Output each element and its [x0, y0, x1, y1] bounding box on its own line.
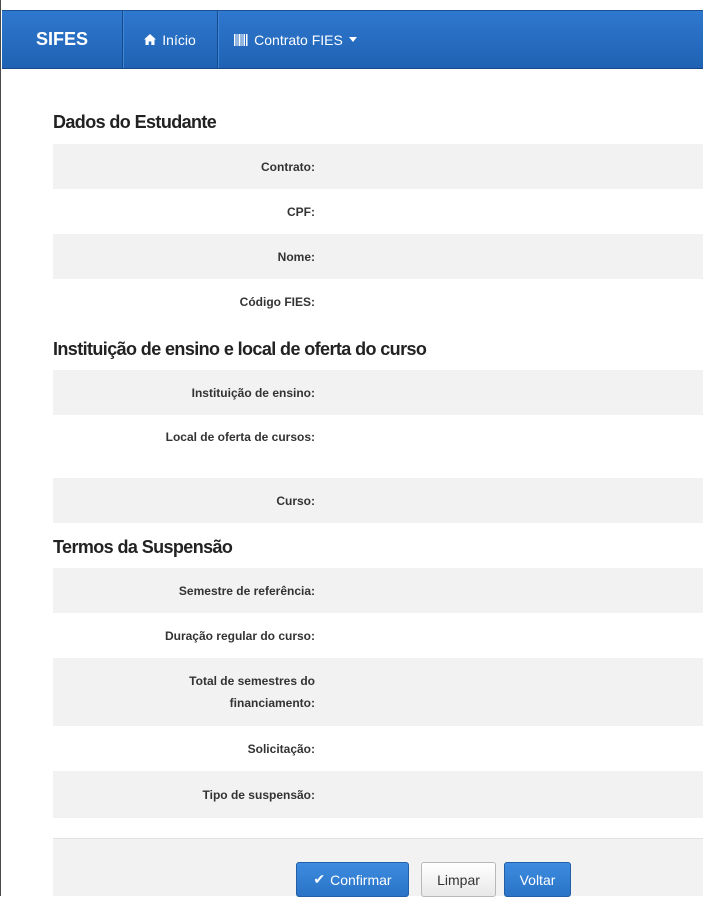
- label-cpf: CPF:: [287, 204, 315, 219]
- caret-down-icon: [348, 37, 357, 42]
- section-title-suspension: Termos da Suspensão: [53, 537, 233, 557]
- confirm-button[interactable]: ✔ Confirmar: [296, 862, 409, 897]
- row-course: Curso:: [53, 478, 703, 523]
- label-institution: Instituição de ensino:: [191, 385, 315, 400]
- nav-home-label: Início: [162, 31, 196, 48]
- page-frame: SIFES Início Contrato FIES Dados do Estu…: [0, 0, 703, 897]
- form-actions-footer: ✔ Confirmar Limpar Voltar: [53, 838, 703, 897]
- check-icon: ✔: [313, 871, 326, 887]
- section-title-student: Dados do Estudante: [53, 112, 217, 132]
- row-course-location: Local de oferta de cursos:: [53, 415, 703, 478]
- label-suspension-type: Tipo de suspensão:: [202, 787, 315, 802]
- row-request: Solicitação:: [53, 726, 703, 771]
- confirm-button-label: Confirmar: [330, 871, 392, 888]
- label-course: Curso:: [276, 493, 315, 508]
- nav-item-contrato-fies[interactable]: Contrato FIES: [218, 11, 373, 68]
- label-name: Nome:: [277, 249, 315, 264]
- nav-contrato-label: Contrato FIES: [254, 31, 343, 48]
- label-contract: Contrato:: [261, 159, 315, 174]
- row-course-duration: Duração regular do curso:: [53, 613, 703, 658]
- label-total-semesters: Total de semestres do financiamento:: [189, 674, 315, 710]
- row-contract: Contrato:: [53, 144, 703, 189]
- barcode-icon: [234, 33, 248, 46]
- row-suspension-type: Tipo de suspensão:: [53, 771, 703, 818]
- home-icon: [144, 34, 157, 45]
- label-request: Solicitação:: [247, 741, 315, 756]
- label-fies-code: Código FIES:: [239, 294, 315, 309]
- back-button[interactable]: Voltar: [504, 862, 571, 897]
- row-institution: Instituição de ensino:: [53, 370, 703, 415]
- row-name: Nome:: [53, 234, 703, 279]
- section-title-institution: Instituição de ensino e local de oferta …: [53, 339, 427, 359]
- label-reference-semester: Semestre de referência:: [178, 583, 315, 598]
- clear-button[interactable]: Limpar: [421, 862, 496, 897]
- top-navbar: SIFES Início Contrato FIES: [2, 10, 703, 69]
- row-total-semesters: Total de semestres do financiamento:: [53, 658, 703, 726]
- row-reference-semester: Semestre de referência:: [53, 568, 703, 613]
- label-course-location: Local de oferta de cursos:: [165, 430, 315, 444]
- brand-logo[interactable]: SIFES: [2, 11, 123, 68]
- label-course-duration: Duração regular do curso:: [164, 628, 315, 643]
- row-cpf: CPF:: [53, 189, 703, 234]
- nav-item-home[interactable]: Início: [123, 11, 218, 68]
- row-fies-code: Código FIES:: [53, 279, 703, 324]
